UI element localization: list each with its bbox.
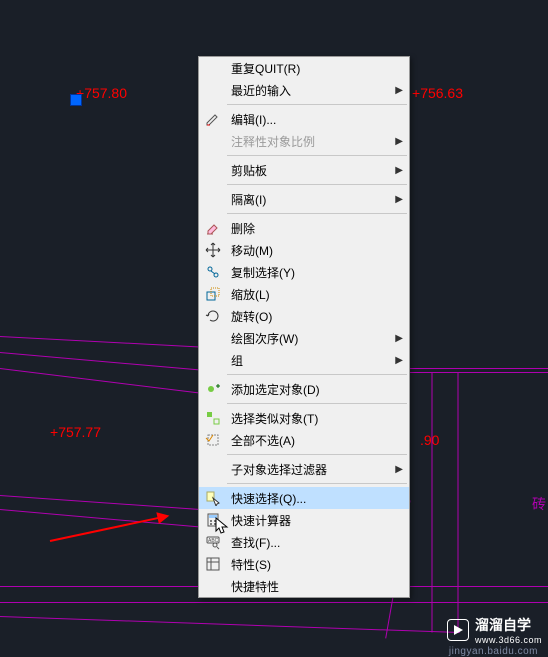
elevation-text: +757.80 (76, 85, 127, 101)
erase-icon (205, 220, 221, 236)
selection-grip[interactable] (70, 94, 82, 106)
drawing-line[interactable] (0, 602, 548, 603)
drawing-line[interactable] (0, 495, 219, 511)
menu-recent-input[interactable]: 最近的输入▶ (199, 79, 409, 101)
menu-isolate[interactable]: 隔离(I)▶ (199, 188, 409, 210)
quick-select-icon (205, 490, 221, 506)
drawing-line[interactable] (0, 336, 200, 347)
drawing-line[interactable] (0, 352, 199, 370)
edit-icon (205, 111, 221, 127)
elevation-text: +756.63 (412, 85, 463, 101)
menu-properties[interactable]: 特性(S) (199, 553, 409, 575)
watermark-brand: 溜溜自学 (475, 615, 542, 635)
play-icon (452, 624, 464, 636)
drawing-line[interactable] (410, 368, 548, 369)
cursor-icon (215, 517, 231, 535)
menu-draw-order[interactable]: 绘图次序(W)▶ (199, 327, 409, 349)
drawing-line[interactable] (0, 368, 199, 393)
menu-erase[interactable]: 删除 (199, 217, 409, 239)
move-icon (205, 242, 221, 258)
scale-icon (205, 286, 221, 302)
menu-move[interactable]: 移动(M) (199, 239, 409, 261)
menu-separator (227, 104, 407, 105)
menu-separator (227, 483, 407, 484)
menu-subobject-filter[interactable]: 子对象选择过滤器▶ (199, 458, 409, 480)
watermark-url: www.3d66.com (475, 635, 542, 645)
menu-repeat[interactable]: 重复QUIT(R) (199, 57, 409, 79)
menu-clipboard[interactable]: 剪贴板▶ (199, 159, 409, 181)
label-char: 砖 (532, 494, 546, 514)
menu-quick-properties[interactable]: 快捷特性 (199, 575, 409, 597)
menu-edit[interactable]: 编辑(I)... (199, 108, 409, 130)
add-selected-icon (205, 381, 221, 397)
drawing-line[interactable] (432, 373, 433, 633)
menu-anno-scale: 注释性对象比例▶ (199, 130, 409, 152)
menu-separator (227, 374, 407, 375)
menu-separator (227, 184, 407, 185)
menu-add-selected[interactable]: 添加选定对象(D) (199, 378, 409, 400)
menu-separator (227, 454, 407, 455)
menu-select-similar[interactable]: 选择类似对象(T) (199, 407, 409, 429)
find-icon: ABC (205, 534, 221, 550)
menu-separator (227, 403, 407, 404)
menu-scale[interactable]: 缩放(L) (199, 283, 409, 305)
menu-group[interactable]: 组▶ (199, 349, 409, 371)
menu-separator (227, 213, 407, 214)
elevation-text: +757.77 (50, 424, 101, 440)
drawing-line[interactable] (0, 616, 460, 633)
menu-separator (227, 155, 407, 156)
elevation-text: .90 (420, 432, 439, 448)
menu-rotate[interactable]: 旋转(O) (199, 305, 409, 327)
watermark: 溜溜自学 www.3d66.com (447, 615, 542, 645)
menu-copy-selection[interactable]: 复制选择(Y) (199, 261, 409, 283)
menu-quick-select[interactable]: 快速选择(Q)... (199, 487, 409, 509)
drawing-line[interactable] (458, 373, 459, 633)
svg-text:ABC: ABC (208, 538, 219, 544)
copy-icon (205, 264, 221, 280)
rotate-icon (205, 308, 221, 324)
select-similar-icon (205, 410, 221, 426)
properties-icon (205, 556, 221, 572)
watermark-sub: jingyan.baidu.com (449, 646, 538, 657)
deselect-icon (205, 432, 221, 448)
menu-deselect-all[interactable]: 全部不选(A) (199, 429, 409, 451)
